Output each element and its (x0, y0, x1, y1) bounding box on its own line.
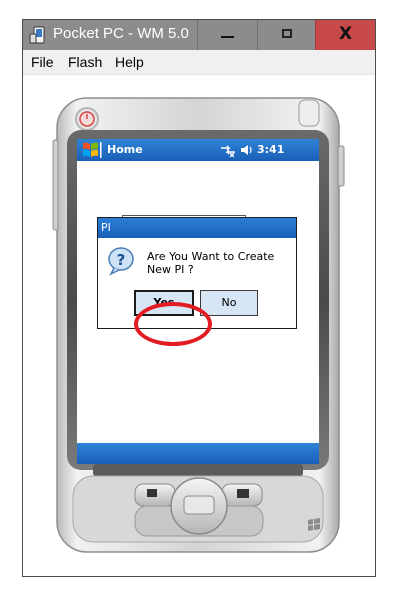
clock-time[interactable]: 3:41 (257, 143, 284, 156)
device-screen: Home 3:41 PI ? Are You Want to Create Ne… (77, 139, 319, 464)
svg-text:?: ? (117, 251, 126, 269)
soft-key-bar (77, 443, 319, 464)
connectivity-icon[interactable] (219, 143, 237, 157)
yes-highlight-circle (134, 302, 212, 346)
dialog-title: PI (98, 218, 296, 238)
taskbar-title: Home (107, 143, 143, 156)
no-button[interactable]: No (200, 290, 258, 316)
speaker-icon[interactable] (240, 143, 254, 157)
emulator-window: Pocket PC - WM 5.0 X File Flash Help Hom… (22, 19, 376, 577)
dialog-message: Are You Want to Create New PI ? (147, 250, 275, 276)
windows-start-icon[interactable] (80, 141, 102, 159)
taskbar: Home 3:41 (77, 139, 319, 161)
question-icon: ? (108, 247, 134, 276)
